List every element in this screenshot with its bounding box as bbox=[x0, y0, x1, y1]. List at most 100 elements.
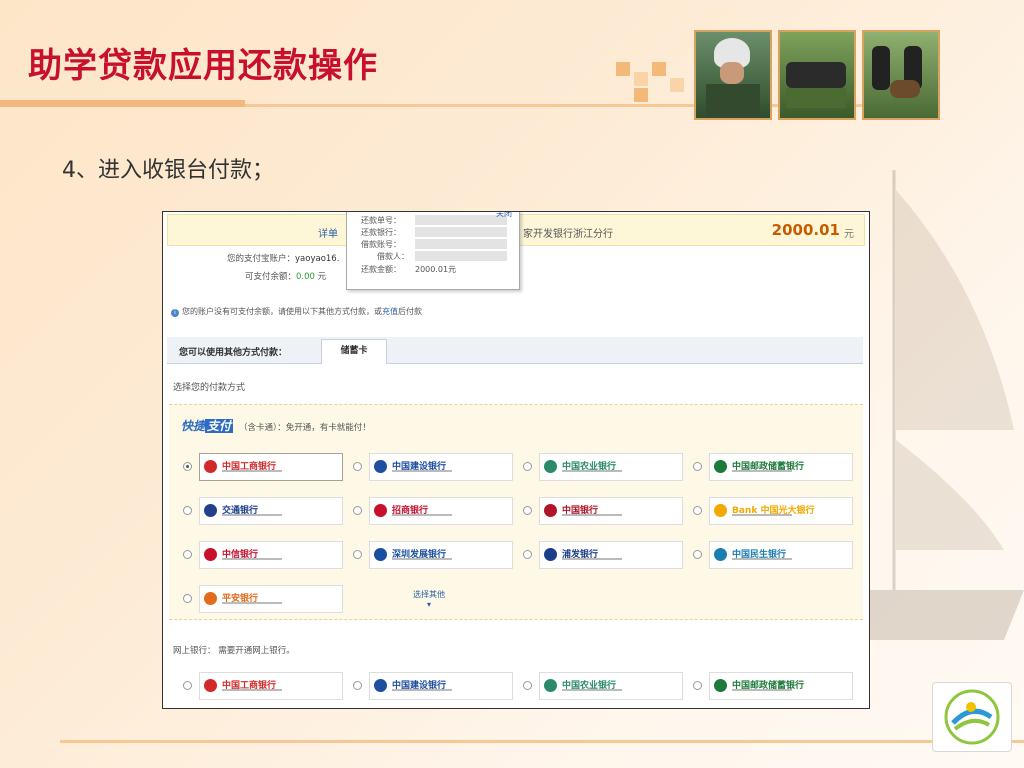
bank-option[interactable]: 中国银行 bbox=[539, 497, 683, 525]
bank-radio[interactable] bbox=[353, 550, 362, 559]
bank-option[interactable]: 中国工商银行 bbox=[199, 453, 343, 481]
popup-masked-value bbox=[415, 251, 507, 261]
bank-english-name bbox=[732, 558, 792, 560]
balance-unit: 元 bbox=[317, 272, 327, 282]
bank-logo-icon bbox=[374, 548, 387, 561]
bank-english-name bbox=[562, 470, 622, 472]
bank-english-name bbox=[562, 558, 622, 560]
bank-english-name bbox=[222, 602, 282, 604]
popup-masked-value bbox=[415, 215, 507, 225]
bank-logo-icon bbox=[544, 504, 557, 517]
bank-option[interactable]: 交通银行 bbox=[199, 497, 343, 525]
bank-logo-icon bbox=[204, 504, 217, 517]
info-icon: i bbox=[171, 309, 179, 317]
popup-label: 借款账号： bbox=[361, 240, 401, 249]
school-logo bbox=[932, 682, 1012, 752]
bank-radio[interactable] bbox=[353, 462, 362, 471]
cashier-screenshot: 详单 家开发银行浙江分行 2000.01 元 关闭 还款单号： 还款银行： 借款… bbox=[162, 211, 870, 709]
bank-logo-icon bbox=[714, 548, 727, 561]
account-value: yaoyao16. bbox=[295, 254, 340, 264]
bank-radio[interactable] bbox=[693, 506, 702, 515]
bank-radio[interactable] bbox=[523, 550, 532, 559]
bank-english-name bbox=[392, 470, 452, 472]
bank-radio[interactable] bbox=[693, 681, 702, 690]
popup-masked-value bbox=[415, 227, 507, 237]
bank-radio[interactable] bbox=[523, 462, 532, 471]
payment-tabs: 您可以使用其他方式付款： 储蓄卡 bbox=[167, 337, 863, 364]
bank-option[interactable]: 深圳发展银行 bbox=[369, 541, 513, 569]
bank-logo-icon bbox=[374, 679, 387, 692]
bank-logo-icon bbox=[374, 504, 387, 517]
bank-option[interactable]: 平安银行 bbox=[199, 585, 343, 613]
quick-pay-section: 快捷 支付 （含卡通）：免开通，有卡就能付！ 中国工商银行 中国建设银行 中国农业银行… bbox=[169, 404, 863, 620]
account-row: 您的支付宝账户：yaoyao16. bbox=[227, 252, 339, 264]
popup-amount-value: 2000.01元 bbox=[415, 265, 457, 274]
popup-label: 还款银行： bbox=[361, 228, 401, 237]
bank-logo-icon bbox=[544, 460, 557, 473]
bank-radio[interactable] bbox=[523, 506, 532, 515]
popup-label: 借款人： bbox=[377, 252, 409, 261]
bank-logo-icon bbox=[204, 460, 217, 473]
quick-pay-logo: 快捷 支付 bbox=[181, 417, 234, 434]
bank-english-name bbox=[222, 514, 282, 516]
close-link[interactable]: 关闭 bbox=[496, 212, 512, 219]
balance-row: 可支付余额：0.00 元 bbox=[245, 270, 326, 282]
bank-radio[interactable] bbox=[693, 550, 702, 559]
bank-option[interactable]: 中信银行 bbox=[199, 541, 343, 569]
bank-option[interactable]: 中国建设银行 bbox=[369, 453, 513, 481]
bank-logo-icon bbox=[204, 592, 217, 605]
bank-option[interactable]: 中国建设银行 bbox=[369, 672, 513, 700]
bank-radio[interactable] bbox=[183, 506, 192, 515]
bank-english-name bbox=[562, 514, 622, 516]
bank-radio[interactable] bbox=[353, 681, 362, 690]
bank-option[interactable]: 浦发银行 bbox=[539, 541, 683, 569]
bank-option[interactable]: 中国邮政储蓄银行 bbox=[709, 672, 853, 700]
bank-logo-icon bbox=[714, 679, 727, 692]
quick-pay-subtitle: （含卡通）：免开通，有卡就能付！ bbox=[239, 423, 371, 433]
more-banks-label: 选择其他 bbox=[413, 590, 445, 599]
bank-logo-icon bbox=[544, 548, 557, 561]
bank-option[interactable]: 中国邮政储蓄银行 bbox=[709, 453, 853, 481]
popup-masked-value bbox=[415, 239, 507, 249]
notice-prefix: 您的账户没有可支付余额，请使用以下其他方式付款，或 bbox=[182, 307, 382, 316]
bank-logo-icon bbox=[204, 679, 217, 692]
bank-english-name bbox=[222, 470, 282, 472]
detail-link[interactable]: 详单 bbox=[318, 225, 338, 240]
other-methods-label: 您可以使用其他方式付款： bbox=[179, 348, 288, 358]
account-label: 您的支付宝账户： bbox=[227, 254, 296, 264]
bank-english-name bbox=[392, 558, 452, 560]
step-instruction: 4、进入收银台付款； bbox=[62, 158, 274, 183]
bank-option[interactable]: Bank 中国光大银行 bbox=[709, 497, 853, 525]
bank-english-name bbox=[732, 689, 792, 691]
bank-radio[interactable] bbox=[183, 594, 192, 603]
bank-radio[interactable] bbox=[353, 506, 362, 515]
bank-radio[interactable] bbox=[183, 550, 192, 559]
bank-logo-icon bbox=[714, 504, 727, 517]
bank-radio[interactable] bbox=[693, 462, 702, 471]
notice-suffix: 后付款 bbox=[398, 307, 422, 316]
photo-squad bbox=[778, 30, 856, 120]
more-banks-link[interactable]: 选择其他 ▾ bbox=[413, 589, 445, 609]
footer-rule bbox=[60, 740, 1024, 743]
recharge-link[interactable]: 充值 bbox=[382, 307, 398, 316]
tab-debit-card[interactable]: 储蓄卡 bbox=[321, 339, 387, 364]
bank-radio[interactable] bbox=[183, 681, 192, 690]
bank-option[interactable]: 中国农业银行 bbox=[539, 672, 683, 700]
bank-option[interactable]: 中国农业银行 bbox=[539, 453, 683, 481]
slide-title: 助学贷款应用还款操作 bbox=[28, 46, 378, 86]
bank-logo-icon bbox=[544, 679, 557, 692]
popup-label: 还款金额： bbox=[361, 265, 401, 274]
bank-english-name bbox=[562, 689, 622, 691]
bank-radio[interactable] bbox=[183, 462, 192, 471]
bank-option[interactable]: 招商银行 bbox=[369, 497, 513, 525]
bank-option[interactable]: 中国工商银行 bbox=[199, 672, 343, 700]
quick-pay-logo-b: 支付 bbox=[205, 419, 234, 433]
payee-branch: 家开发银行浙江分行 bbox=[523, 229, 613, 240]
bank-radio[interactable] bbox=[523, 681, 532, 690]
bank-english-name bbox=[392, 689, 452, 691]
balance-value: 0.00 bbox=[296, 272, 315, 282]
bank-logo-icon bbox=[204, 548, 217, 561]
balance-notice: i 您的账户没有可支付余额，请使用以下其他方式付款，或充值后付款 bbox=[171, 306, 422, 317]
bank-option[interactable]: 中国民生银行 bbox=[709, 541, 853, 569]
quick-pay-logo-a: 快捷 bbox=[181, 419, 206, 433]
